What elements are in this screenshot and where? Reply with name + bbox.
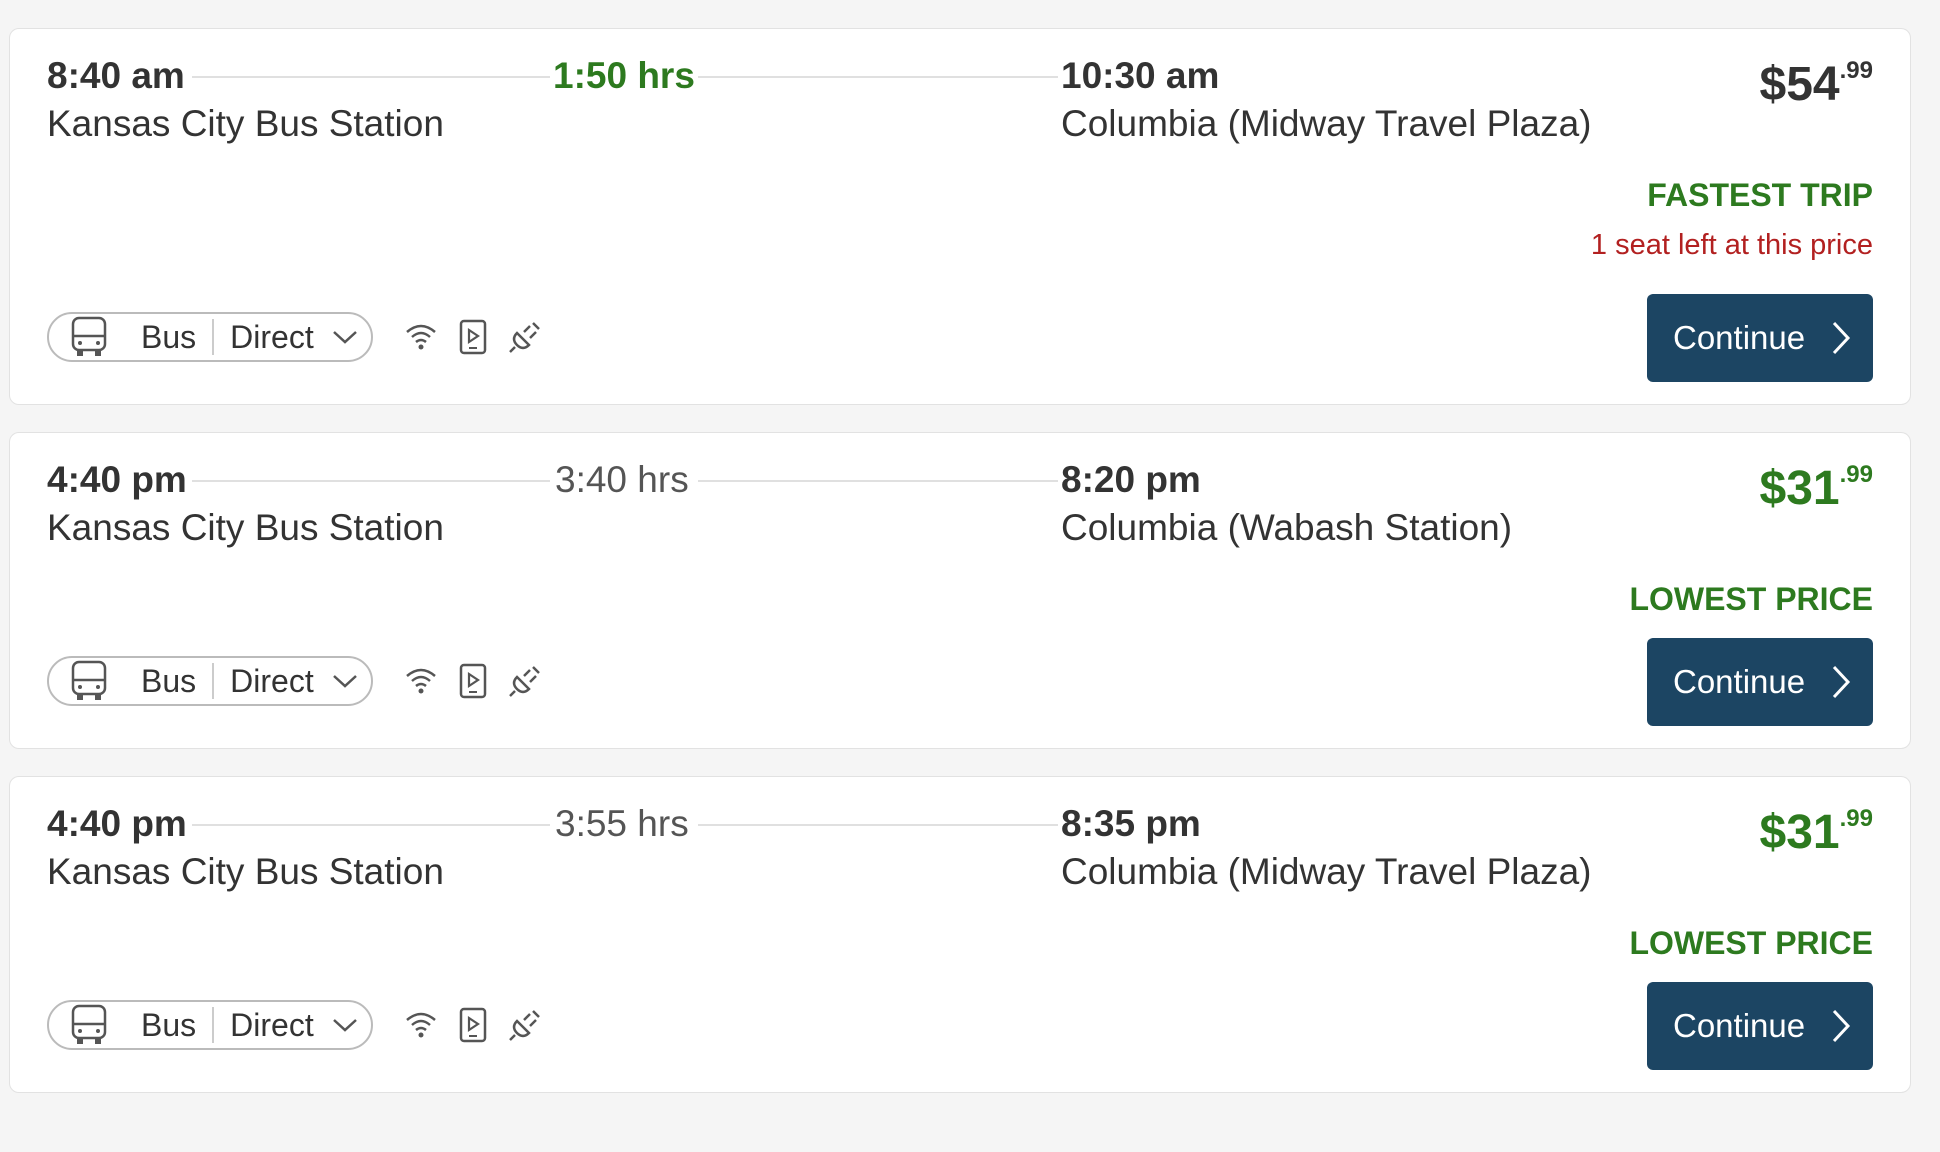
fastest-trip-badge: FASTEST TRIP bbox=[1647, 177, 1873, 213]
continue-label: Continue bbox=[1673, 1007, 1806, 1044]
divider bbox=[212, 663, 215, 699]
continue-button[interactable]: Continue bbox=[1647, 982, 1873, 1070]
route-details-toggle[interactable]: Bus Direct bbox=[47, 1000, 373, 1050]
price-dollars: $31 bbox=[1759, 806, 1840, 859]
continue-label: Continue bbox=[1673, 663, 1806, 700]
depart-time: 8:40 am bbox=[47, 55, 185, 96]
power-outlet-icon bbox=[506, 318, 544, 356]
duration-line bbox=[698, 76, 1058, 78]
route-type-label: Direct bbox=[230, 1006, 314, 1043]
chevron-right-icon bbox=[1831, 320, 1851, 364]
duration-line bbox=[192, 824, 550, 826]
divider bbox=[212, 319, 215, 355]
arrive-time: 8:35 pm bbox=[1061, 803, 1201, 844]
depart-station: Kansas City Bus Station bbox=[47, 507, 444, 548]
price-dollars: $54 bbox=[1759, 58, 1840, 111]
arrive-station: Columbia (Midway Travel Plaza) bbox=[1061, 851, 1592, 892]
depart-time: 4:40 pm bbox=[47, 803, 187, 844]
duration-line bbox=[192, 480, 550, 482]
continue-label: Continue bbox=[1673, 319, 1806, 356]
depart-time: 4:40 pm bbox=[47, 459, 187, 500]
route-type-label: Direct bbox=[230, 662, 314, 699]
price-dollars: $31 bbox=[1759, 462, 1840, 515]
chevron-right-icon bbox=[1831, 664, 1851, 708]
duration-line bbox=[698, 480, 1058, 482]
continue-button[interactable]: Continue bbox=[1647, 294, 1873, 382]
divider bbox=[212, 1007, 215, 1043]
continue-button[interactable]: Continue bbox=[1647, 638, 1873, 726]
trip-duration: 1:50 hrs bbox=[553, 55, 695, 96]
entertainment-icon bbox=[454, 662, 492, 700]
power-outlet-icon bbox=[506, 662, 544, 700]
entertainment-icon bbox=[454, 1006, 492, 1044]
depart-station: Kansas City Bus Station bbox=[47, 851, 444, 892]
wifi-icon bbox=[402, 1006, 440, 1044]
arrive-time: 8:20 pm bbox=[1061, 459, 1201, 500]
trip-card: 8:40 am 1:50 hrs 10:30 am Kansas City Bu… bbox=[9, 28, 1911, 405]
chevron-down-icon bbox=[332, 673, 358, 689]
mode-label: Bus bbox=[141, 1006, 197, 1043]
trip-duration: 3:40 hrs bbox=[555, 459, 689, 500]
trip-price: $31.99 bbox=[1759, 462, 1873, 515]
duration-line bbox=[192, 76, 550, 78]
trip-price: $31.99 bbox=[1759, 806, 1873, 859]
seats-left-note: 1 seat left at this price bbox=[1590, 229, 1873, 261]
trip-price: $54.99 bbox=[1759, 58, 1873, 111]
mode-label: Bus bbox=[141, 318, 197, 355]
arrive-station: Columbia (Wabash Station) bbox=[1061, 507, 1513, 548]
wifi-icon bbox=[402, 662, 440, 700]
trip-duration: 3:55 hrs bbox=[555, 803, 689, 844]
chevron-down-icon bbox=[332, 329, 358, 345]
power-outlet-icon bbox=[506, 1006, 544, 1044]
route-details-toggle[interactable]: Bus Direct bbox=[47, 656, 373, 706]
mode-label: Bus bbox=[141, 662, 197, 699]
bus-icon bbox=[71, 1004, 111, 1046]
depart-station: Kansas City Bus Station bbox=[47, 103, 444, 144]
arrive-time: 10:30 am bbox=[1061, 55, 1220, 96]
trip-card: 4:40 pm 3:55 hrs 8:35 pm Kansas City Bus… bbox=[9, 776, 1911, 1093]
duration-line bbox=[698, 824, 1058, 826]
chevron-down-icon bbox=[332, 1017, 358, 1033]
bus-icon bbox=[71, 316, 111, 358]
entertainment-icon bbox=[454, 318, 492, 356]
price-cents: .99 bbox=[1839, 461, 1873, 488]
arrive-station: Columbia (Midway Travel Plaza) bbox=[1061, 103, 1592, 144]
bus-icon bbox=[71, 660, 111, 702]
trip-card: 4:40 pm 3:40 hrs 8:20 pm Kansas City Bus… bbox=[9, 432, 1911, 749]
route-details-toggle[interactable]: Bus Direct bbox=[47, 312, 373, 362]
lowest-price-badge: LOWEST PRICE bbox=[1629, 581, 1873, 617]
price-cents: .99 bbox=[1839, 805, 1873, 832]
price-cents: .99 bbox=[1839, 57, 1873, 84]
wifi-icon bbox=[402, 318, 440, 356]
lowest-price-badge: LOWEST PRICE bbox=[1629, 925, 1873, 961]
chevron-right-icon bbox=[1831, 1008, 1851, 1052]
route-type-label: Direct bbox=[230, 318, 314, 355]
